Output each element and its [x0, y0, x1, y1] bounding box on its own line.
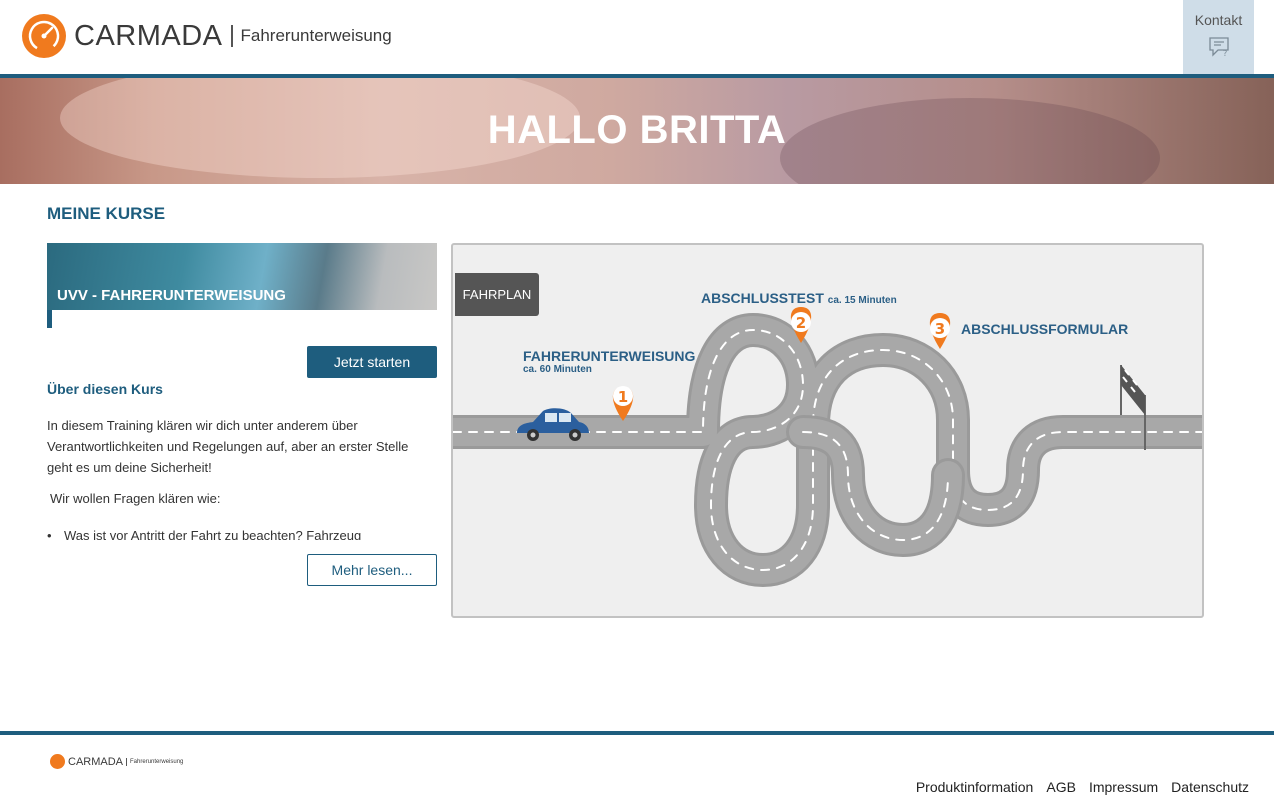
- carmada-logo[interactable]: CARMADA Fahrerunterweisung: [22, 13, 392, 59]
- svg-text:1: 1: [618, 388, 628, 406]
- svg-text:?: ?: [1223, 49, 1227, 58]
- fahrplan-tag: FAHRPLAN: [455, 273, 539, 316]
- marker-icon: 3: [929, 313, 951, 349]
- course-banner[interactable]: UVV - FAHRERUNTERWEISUNG: [47, 243, 437, 310]
- brand-separator: [230, 25, 233, 47]
- course-banner-accent: [47, 310, 52, 328]
- step-2-title: ABSCHLUSSTEST ca. 15 Minuten: [701, 290, 897, 306]
- brand-name: CARMADA: [74, 19, 223, 52]
- hero-greeting: HALLO BRITTA: [487, 108, 787, 152]
- speedometer-icon: [22, 14, 66, 58]
- svg-text:2: 2: [796, 314, 806, 332]
- footer-link-agb[interactable]: AGB: [1046, 779, 1076, 795]
- chat-question-icon: ?: [1208, 37, 1229, 58]
- footer-link-impressum[interactable]: Impressum: [1089, 779, 1158, 795]
- step-3-title: ABSCHLUSSFORMULAR: [961, 321, 1129, 337]
- list-item: Was ist vor Antritt der Fahrt zu beachte…: [47, 525, 437, 540]
- footer-link-produktinformation[interactable]: Produktinformation: [916, 779, 1034, 795]
- footer-links: Produktinformation AGB Impressum Datensc…: [916, 779, 1249, 795]
- footer-link-datenschutz[interactable]: Datenschutz: [1171, 779, 1249, 795]
- course-description-intro: Wir wollen Fragen klären wie:: [50, 491, 221, 506]
- course-bullet-list: Was ist vor Antritt der Fahrt zu beachte…: [47, 525, 437, 540]
- footer-brand-separator: [126, 757, 128, 766]
- header: CARMADA Fahrerunterweisung Kontakt ?: [0, 0, 1274, 74]
- start-course-button[interactable]: Jetzt starten: [307, 346, 437, 378]
- section-title: MEINE KURSE: [47, 204, 166, 223]
- step-1-duration: ca. 60 Minuten: [523, 364, 592, 375]
- hero-banner: HALLO BRITTA: [0, 78, 1274, 184]
- course-title: UVV - FAHRERUNTERWEISUNG: [57, 287, 286, 304]
- svg-text:3: 3: [935, 320, 945, 338]
- step-1-title-text: FAHRERUNTERWEISUNG: [523, 348, 696, 364]
- brand-subtitle: Fahrerunterweisung: [240, 26, 392, 45]
- about-course-heading: Über diesen Kurs: [47, 381, 163, 397]
- contact-button[interactable]: Kontakt ?: [1183, 0, 1254, 74]
- step-2-duration: ca. 15 Minuten: [827, 295, 897, 306]
- footer-brand-name: CARMADA: [68, 755, 124, 768]
- course-description: In diesem Training klären wir dich unter…: [47, 418, 409, 475]
- footer-logo[interactable]: CARMADA Fahrerunterweisung: [50, 754, 183, 769]
- step-1-title: FAHRERUNTERWEISUNG ca. 60 Minuten: [523, 348, 695, 375]
- footer-brand-subtitle: Fahrerunterweisung: [130, 758, 184, 765]
- step-2-title-text: ABSCHLUSSTEST: [701, 290, 824, 306]
- contact-label: Kontakt: [1194, 12, 1243, 28]
- speedometer-icon: [50, 754, 65, 769]
- read-more-button[interactable]: Mehr lesen...: [307, 554, 437, 586]
- footer-divider: [0, 731, 1274, 735]
- fahrplan-roadmap: 1 2 3 FAHRPLAN FAHRERUNTERWEISUNG ca. 60…: [451, 243, 1204, 618]
